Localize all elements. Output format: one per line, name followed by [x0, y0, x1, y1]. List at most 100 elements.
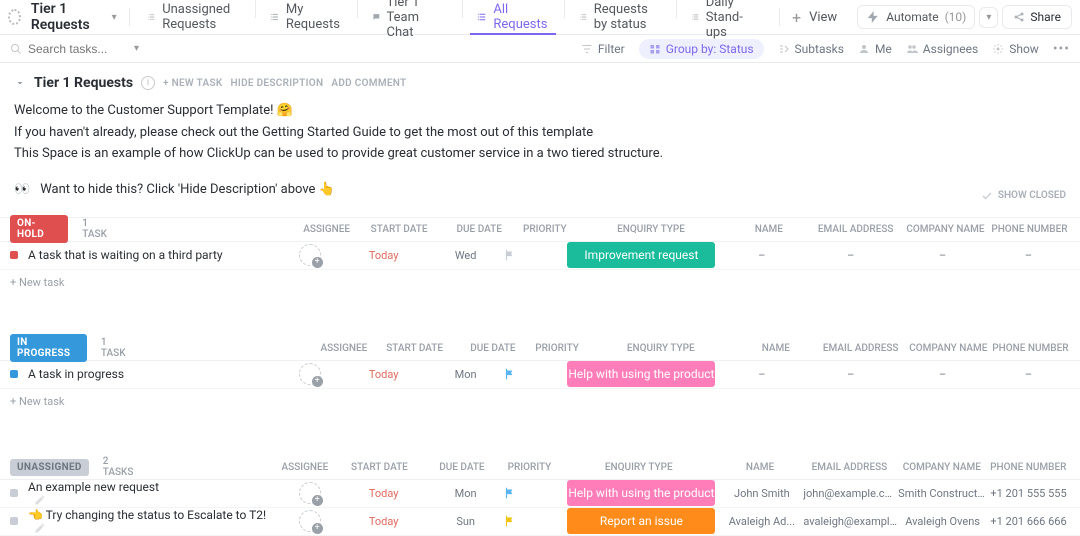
filter-button[interactable]: Filter: [581, 42, 625, 56]
group-header: UNASSIGNED2 TASKSASSIGNEESTART DATEDUE D…: [0, 456, 1080, 480]
subtasks-button[interactable]: Subtasks: [778, 42, 844, 56]
group-icon: [649, 43, 661, 55]
priority-cell[interactable]: [503, 514, 562, 528]
due-date-cell[interactable]: Wed: [428, 249, 503, 262]
enquiry-cell[interactable]: Report an issue: [562, 508, 720, 534]
bolt-icon: [866, 10, 880, 24]
company-cell[interactable]: –: [898, 368, 987, 381]
tab-daily-stand-ups[interactable]: Daily Stand-ups: [685, 0, 767, 35]
status-square[interactable]: [10, 489, 18, 497]
show-button[interactable]: Show: [992, 42, 1039, 56]
task-name[interactable]: A task that is waiting on a third party: [28, 248, 280, 262]
priority-cell[interactable]: [503, 486, 562, 500]
assignees-button[interactable]: Assignees: [906, 42, 978, 56]
due-date-cell[interactable]: Mon: [428, 487, 503, 500]
email-cell[interactable]: –: [803, 368, 898, 381]
edit-icon[interactable]: [34, 522, 46, 534]
start-date-cell[interactable]: Today: [339, 249, 428, 262]
task-row[interactable]: A task in progress Today Mon Help with u…: [0, 361, 1080, 389]
email-cell[interactable]: –: [803, 249, 898, 262]
task-name[interactable]: A task in progress: [28, 367, 280, 381]
automate-dropdown[interactable]: ▾: [979, 7, 998, 28]
assignee-cell[interactable]: [280, 510, 339, 532]
search-input[interactable]: [28, 42, 128, 56]
company-cell[interactable]: Avaleigh Ovens: [898, 515, 987, 528]
task-name[interactable]: 👈 Try changing the status to Escalate to…: [28, 508, 280, 534]
task-name[interactable]: An example new request: [28, 480, 280, 506]
status-pill[interactable]: IN PROGRESS: [10, 334, 87, 362]
task-row[interactable]: An example new request Today Mon Help wi…: [0, 480, 1080, 508]
status-square[interactable]: [10, 517, 18, 525]
task-row[interactable]: A task that is waiting on a third party …: [0, 242, 1080, 270]
me-button[interactable]: Me: [858, 42, 892, 56]
search-icon: [10, 43, 22, 55]
tab-my-requests[interactable]: My Requests: [263, 0, 349, 35]
new-task-button[interactable]: + New task: [0, 389, 1080, 422]
enquiry-cell[interactable]: Help with using the product: [562, 480, 720, 506]
priority-cell[interactable]: [503, 248, 562, 262]
tab-all-requests[interactable]: All Requests: [470, 0, 556, 35]
phone-cell[interactable]: +1 201 555 555: [987, 487, 1070, 500]
collapse-icon[interactable]: [14, 77, 26, 89]
groupby-chip[interactable]: Group by: Status: [639, 39, 764, 59]
new-task-action[interactable]: + NEW TASK: [163, 78, 223, 89]
automate-button[interactable]: Automate (10): [857, 5, 975, 29]
edit-icon[interactable]: [34, 494, 46, 506]
add-assignee-icon[interactable]: [299, 510, 321, 532]
name-cell[interactable]: Avaleigh Ad...: [720, 515, 803, 528]
due-date-cell[interactable]: Mon: [428, 368, 503, 381]
start-date-cell[interactable]: Today: [339, 487, 428, 500]
status-pill[interactable]: UNASSIGNED: [10, 459, 89, 476]
start-date-cell[interactable]: Today: [339, 515, 428, 528]
phone-cell[interactable]: –: [987, 368, 1070, 381]
flag-icon[interactable]: [503, 514, 517, 528]
company-cell[interactable]: –: [898, 249, 987, 262]
info-icon[interactable]: i: [141, 76, 155, 90]
assignee-cell[interactable]: [280, 244, 339, 266]
filter-icon: [581, 43, 593, 55]
space-title[interactable]: Tier 1 Requests: [31, 1, 104, 33]
tab-label: Unassigned Requests: [162, 2, 240, 32]
hide-description-action[interactable]: HIDE DESCRIPTION: [231, 78, 324, 89]
email-cell[interactable]: avaleigh@example.co: [803, 515, 898, 528]
flag-icon[interactable]: [503, 367, 517, 381]
status-square[interactable]: [10, 370, 18, 378]
status-square[interactable]: [10, 251, 18, 259]
add-assignee-icon[interactable]: [299, 482, 321, 504]
tab-tier-1-team-chat[interactable]: Tier 1 Team Chat: [366, 0, 454, 35]
view-button[interactable]: View: [809, 10, 837, 25]
priority-cell[interactable]: [503, 367, 562, 381]
assignee-cell[interactable]: [280, 482, 339, 504]
name-cell[interactable]: John Smith: [720, 487, 803, 500]
add-view-icon[interactable]: +: [792, 8, 801, 27]
flag-icon[interactable]: [503, 248, 517, 262]
flag-icon[interactable]: [503, 486, 517, 500]
chevron-down-icon[interactable]: ▾: [134, 43, 139, 54]
due-date-cell[interactable]: Sun: [428, 515, 503, 528]
company-cell[interactable]: Smith Construction: [898, 487, 987, 500]
new-task-button[interactable]: + New task: [0, 270, 1080, 303]
enquiry-cell[interactable]: Help with using the product: [562, 361, 720, 387]
chevron-down-icon[interactable]: ▾: [112, 12, 117, 23]
name-cell[interactable]: –: [720, 249, 803, 262]
group-header: IN PROGRESS1 TASKASSIGNEESTART DATEDUE D…: [0, 337, 1080, 361]
tab-requests-by-status[interactable]: Requests by status: [573, 0, 668, 35]
phone-cell[interactable]: +1 201 666 666: [987, 515, 1070, 528]
tab-label: Daily Stand-ups: [706, 0, 762, 40]
task-row[interactable]: 👈 Try changing the status to Escalate to…: [0, 508, 1080, 536]
phone-cell[interactable]: –: [987, 249, 1070, 262]
enquiry-cell[interactable]: Improvement request: [562, 242, 720, 268]
tab-unassigned-requests[interactable]: Unassigned Requests: [141, 0, 246, 35]
start-date-cell[interactable]: Today: [339, 368, 428, 381]
assignee-cell[interactable]: [280, 363, 339, 385]
add-assignee-icon[interactable]: [299, 363, 321, 385]
check-icon: [981, 190, 993, 202]
add-comment-action[interactable]: ADD COMMENT: [331, 78, 406, 89]
status-pill[interactable]: ON-HOLD: [10, 215, 68, 243]
more-icon[interactable]: •••: [1053, 41, 1070, 57]
share-button[interactable]: Share: [1002, 5, 1072, 29]
name-cell[interactable]: –: [720, 368, 803, 381]
hide-hint: Want to hide this? Click 'Hide Descripti…: [40, 182, 335, 197]
add-assignee-icon[interactable]: [299, 244, 321, 266]
email-cell[interactable]: john@example.com: [803, 487, 898, 500]
